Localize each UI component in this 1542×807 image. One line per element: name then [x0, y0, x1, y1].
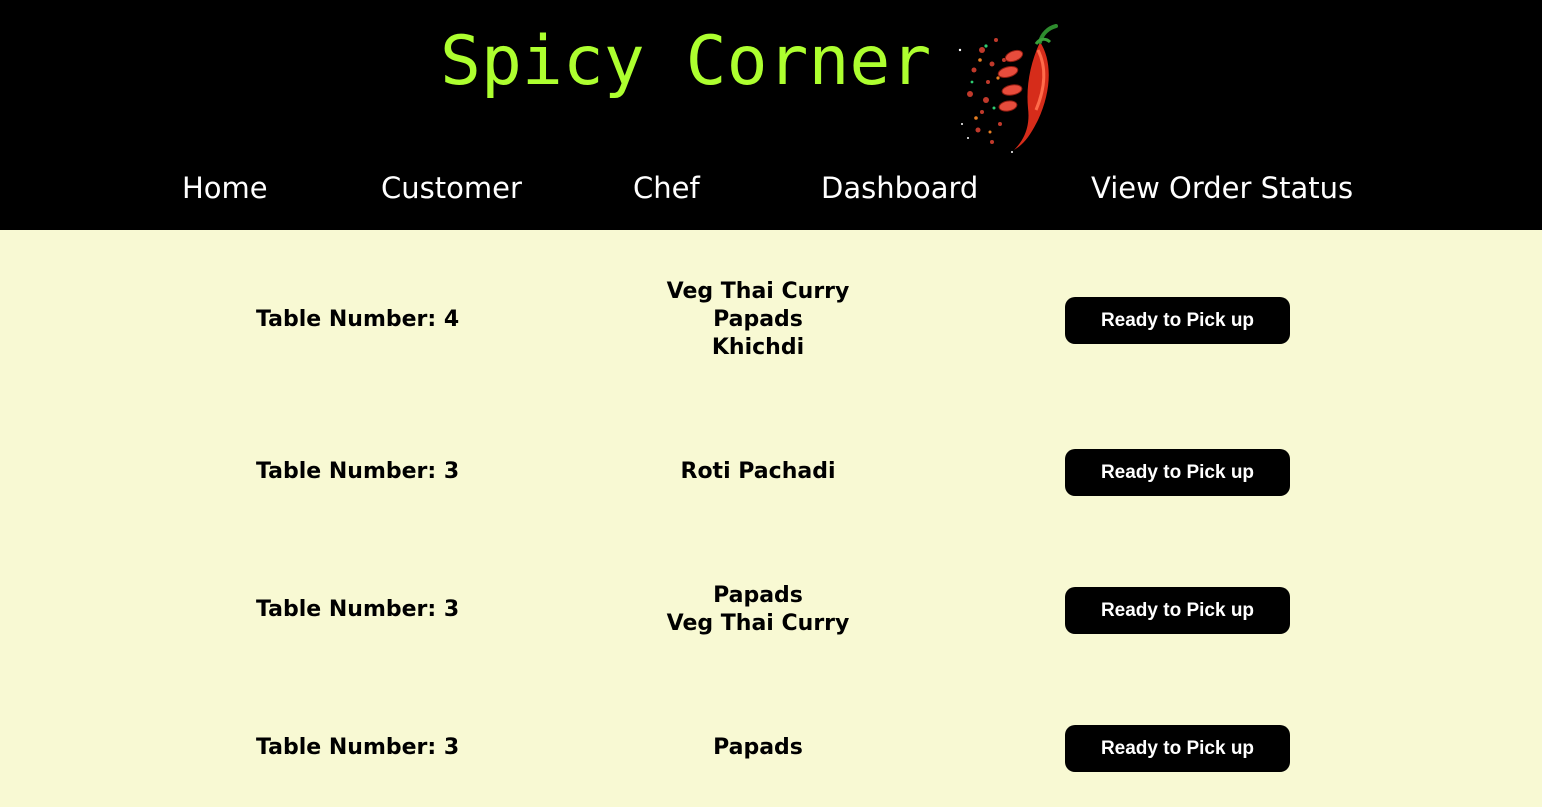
order-item: Papads: [713, 307, 803, 332]
nav-chef[interactable]: Chef: [633, 168, 700, 208]
orders-list: Table Number: 4 Veg Thai Curry Papads Kh…: [0, 230, 1542, 807]
table-number-label: Table Number: 3: [256, 735, 460, 760]
nav-home[interactable]: Home: [182, 168, 268, 208]
order-item: Khichdi: [711, 335, 805, 360]
order-item: Veg Thai Curry: [666, 279, 850, 304]
chili-pepper-icon: [958, 24, 1058, 153]
table-number-label: Table Number: 3: [256, 597, 460, 622]
order-items: Papads Veg Thai Curry: [558, 582, 958, 638]
nav-dashboard[interactable]: Dashboard: [821, 168, 978, 208]
table-number-label: Table Number: 3: [256, 459, 460, 484]
ready-to-pick-up-button[interactable]: Ready to Pick up: [1065, 449, 1290, 496]
site-title: Spicy Corner: [440, 22, 932, 101]
site-header: Spicy Corner Home Customer Chef Dashboar…: [0, 0, 1542, 230]
table-number-label: Table Number: 4: [256, 307, 460, 332]
order-item: Veg Thai Curry: [666, 611, 850, 636]
order-item: Roti Pachadi: [680, 459, 836, 484]
nav-view-order-status[interactable]: View Order Status: [1091, 168, 1353, 208]
ready-to-pick-up-button[interactable]: Ready to Pick up: [1065, 725, 1290, 772]
order-items: Papads: [558, 734, 958, 762]
nav-customer[interactable]: Customer: [381, 168, 522, 208]
order-items: Roti Pachadi: [558, 458, 958, 486]
order-item: Papads: [713, 735, 803, 760]
order-item: Papads: [713, 583, 803, 608]
ready-to-pick-up-button[interactable]: Ready to Pick up: [1065, 587, 1290, 634]
ready-to-pick-up-button[interactable]: Ready to Pick up: [1065, 297, 1290, 344]
order-items: Veg Thai Curry Papads Khichdi: [558, 278, 958, 362]
